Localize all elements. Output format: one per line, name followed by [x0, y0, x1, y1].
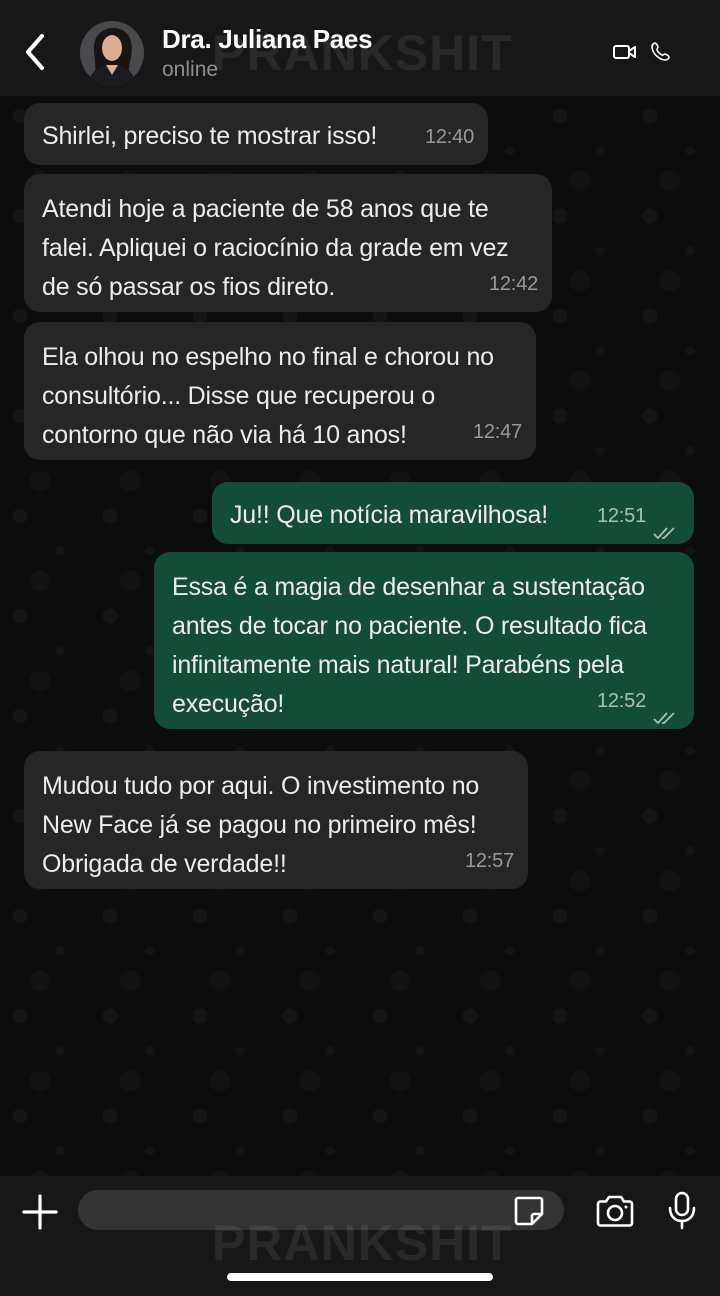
message-bubble-incoming[interactable]: Shirlei, preciso te mostrar isso! 12:40 — [24, 103, 488, 165]
message-time: 12:52 — [596, 690, 646, 712]
mic-icon[interactable] — [666, 1190, 698, 1232]
contact-status: online — [162, 58, 219, 81]
double-check-icon — [652, 514, 680, 540]
avatar[interactable] — [80, 21, 144, 85]
message-text: Mudou tudo por aqui. O investimento no N… — [42, 772, 480, 878]
video-call-icon[interactable] — [612, 42, 638, 62]
message-text: Shirlei, preciso te mostrar isso! — [42, 122, 378, 150]
message-time: 12:42 — [488, 273, 538, 295]
home-indicator[interactable] — [227, 1273, 493, 1281]
phone-icon[interactable] — [650, 40, 672, 62]
double-check-icon — [652, 699, 680, 725]
sticker-icon[interactable] — [512, 1194, 546, 1228]
message-time: 12:47 — [472, 421, 522, 443]
message-bubble-outgoing[interactable]: Ju!! Que notícia maravilhosa! 12:51 — [212, 482, 694, 544]
message-text: Ela olhou no espelho no final e chorou n… — [42, 343, 494, 449]
message-bubble-outgoing[interactable]: Essa é a magia de desenhar a sustentação… — [154, 552, 694, 729]
message-input-bar: PRANKSHIT — [0, 1176, 720, 1296]
message-input[interactable] — [78, 1190, 564, 1230]
plus-icon[interactable] — [20, 1192, 60, 1232]
message-time: 12:51 — [596, 505, 646, 527]
message-bubble-incoming[interactable]: Atendi hoje a paciente de 58 anos que te… — [24, 174, 552, 312]
message-bubble-incoming[interactable]: Mudou tudo por aqui. O investimento no N… — [24, 751, 528, 889]
back-arrow-icon[interactable] — [20, 30, 54, 74]
message-time: 12:57 — [464, 850, 514, 872]
message-bubble-incoming[interactable]: Ela olhou no espelho no final e chorou n… — [24, 322, 536, 460]
chat-header: Dra. Juliana Paes online PRANKSHIT — [0, 0, 720, 96]
message-text: Atendi hoje a paciente de 58 anos que te… — [42, 195, 509, 301]
message-time: 12:40 — [424, 126, 474, 148]
contact-name[interactable]: Dra. Juliana Paes — [162, 24, 373, 55]
camera-icon[interactable] — [594, 1194, 636, 1230]
